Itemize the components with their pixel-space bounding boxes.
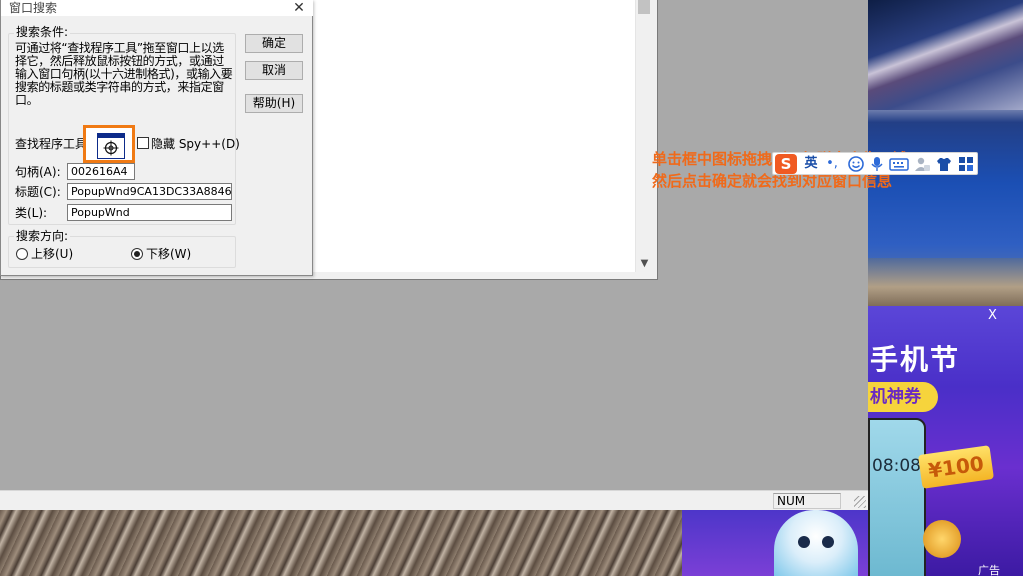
- direction-down-label[interactable]: 下移(W): [146, 247, 191, 261]
- ime-toolbar[interactable]: S 英 •,: [772, 152, 978, 175]
- wallpaper-shore: [868, 258, 1023, 306]
- scrollbar-thumb[interactable]: [638, 0, 650, 14]
- crosshair-target-icon: [103, 140, 119, 156]
- ime-mode-toggle[interactable]: 英: [803, 155, 819, 173]
- desktop-wallpaper-bottom: [0, 510, 682, 576]
- finder-icon-titlebar: [98, 134, 124, 138]
- cancel-button[interactable]: 取消: [245, 61, 303, 80]
- skin-icon[interactable]: [935, 155, 953, 173]
- mic-icon[interactable]: [870, 155, 884, 173]
- mascot-eye-right: [822, 536, 834, 548]
- handle-input[interactable]: 002616A4: [67, 163, 135, 180]
- ad-coin-image: [923, 520, 961, 558]
- handle-label: 句柄(A):: [15, 165, 61, 179]
- apps-icon[interactable]: [957, 155, 975, 173]
- class-input[interactable]: PopupWnd: [67, 204, 232, 221]
- window-search-dialog: 窗口搜索 ✕ 搜索条件: 可通过将“查找程序工具”拖至窗口上以选择它，然后释放鼠…: [0, 0, 313, 276]
- num-lock-indicator: NUM: [773, 493, 841, 509]
- finder-tool[interactable]: [83, 125, 135, 163]
- hide-spy-label[interactable]: 隐藏 Spy++(D): [151, 137, 240, 151]
- ad-close-button[interactable]: X: [988, 308, 997, 323]
- caption-input[interactable]: PopupWnd9CA13DC33A884627A: [67, 183, 232, 200]
- ad-subline: 机神券: [868, 382, 938, 412]
- wallpaper-mountain: [868, 0, 1023, 110]
- document-area[interactable]: 单击框中图标拖拽到目标弹窗广告区域 然后点击确定就会找到对应窗口信息: [313, 0, 907, 272]
- direction-up-label[interactable]: 上移(U): [31, 247, 73, 261]
- ad-headline: 手机节: [870, 343, 961, 376]
- finder-tool-icon[interactable]: [97, 133, 125, 159]
- hide-spy-checkbox[interactable]: [137, 137, 149, 149]
- caption-label: 标题(C):: [15, 185, 61, 199]
- vertical-scrollbar[interactable]: ▼: [635, 0, 652, 272]
- user-icon[interactable]: [913, 155, 931, 173]
- direction-up-radio[interactable]: [16, 248, 28, 260]
- dialog-title: 窗口搜索: [9, 1, 58, 15]
- status-bar: NUM: [0, 490, 868, 510]
- resize-grip[interactable]: [854, 496, 866, 508]
- ad-phone-time: 08:08: [872, 456, 921, 476]
- search-direction-caption: 搜索方向:: [14, 229, 71, 243]
- ime-logo-icon[interactable]: S: [775, 154, 797, 174]
- finder-tool-label: 查找程序工具:: [15, 137, 92, 151]
- ime-punctuation-toggle[interactable]: •,: [823, 155, 841, 173]
- ad-phone-image: 08:08: [868, 418, 926, 576]
- emoji-icon[interactable]: [847, 155, 865, 173]
- ad-coupon[interactable]: ¥100: [917, 445, 995, 489]
- popup-ad-window[interactable]: X 手机节 机神券 08:08 ¥100 广告: [868, 306, 1023, 576]
- search-criteria-caption: 搜索条件:: [14, 25, 71, 39]
- keyboard-icon[interactable]: [889, 155, 909, 173]
- class-label: 类(L):: [15, 206, 48, 220]
- dialog-close-icon[interactable]: ✕: [289, 0, 309, 16]
- ad-bottom-panel[interactable]: [682, 510, 868, 576]
- ad-label: 广告: [978, 564, 1000, 576]
- search-description: 可通过将“查找程序工具”拖至窗口上以选择它，然后释放鼠标按钮的方式，或通过输入窗…: [15, 41, 233, 107]
- scroll-down-arrow-icon[interactable]: ▼: [636, 255, 653, 272]
- ok-button[interactable]: 确定: [245, 34, 303, 53]
- direction-down-radio[interactable]: [131, 248, 143, 260]
- mascot-eye-left: [798, 536, 810, 548]
- help-button[interactable]: 帮助(H): [245, 94, 303, 113]
- dialog-title-bar[interactable]: 窗口搜索 ✕: [1, 0, 313, 16]
- ad-mascot-image: [774, 510, 858, 576]
